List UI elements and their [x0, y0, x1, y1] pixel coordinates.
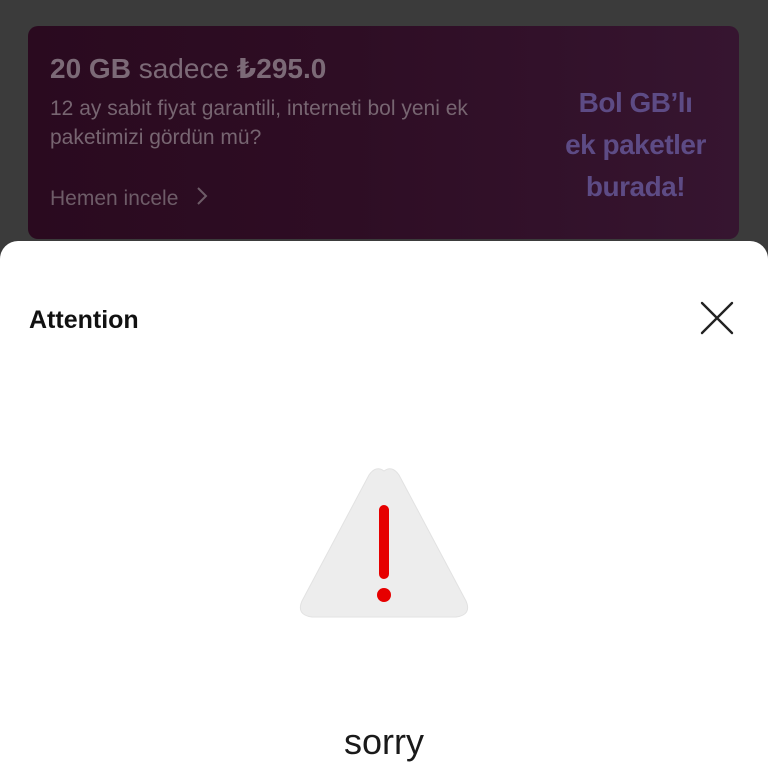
- close-icon: [700, 301, 734, 340]
- app-screen: 20 GB sadece ₺295.0 12 ay sabit fiyat ga…: [0, 0, 768, 768]
- promo-badge-line: burada!: [585, 171, 686, 202]
- promo-title-price: ₺295.0: [236, 53, 327, 84]
- warning-triangle-icon: [296, 463, 472, 629]
- promo-badge: Bol GB’lı ek paketler burada!: [548, 82, 723, 208]
- promo-title-gb: 20 GB: [50, 53, 131, 84]
- promo-title: 20 GB sadece ₺295.0: [50, 52, 326, 85]
- attention-bottom-sheet: Attention sorry: [0, 241, 768, 768]
- promo-badge-line: ek paketler: [565, 129, 706, 160]
- promo-link[interactable]: Hemen incele: [50, 186, 208, 212]
- promo-card[interactable]: 20 GB sadece ₺295.0 12 ay sabit fiyat ga…: [28, 26, 739, 239]
- promo-link-label: Hemen incele: [50, 187, 179, 210]
- promo-badge-line: Bol GB’lı: [578, 87, 693, 118]
- close-button[interactable]: [695, 298, 739, 342]
- promo-title-sadece: sadece: [138, 53, 230, 84]
- chevron-right-icon: [196, 186, 208, 212]
- dialog-title: Attention: [29, 306, 139, 334]
- dialog-message: sorry: [344, 721, 424, 762]
- promo-description: 12 ay sabit fiyat garantili, interneti b…: [50, 97, 468, 149]
